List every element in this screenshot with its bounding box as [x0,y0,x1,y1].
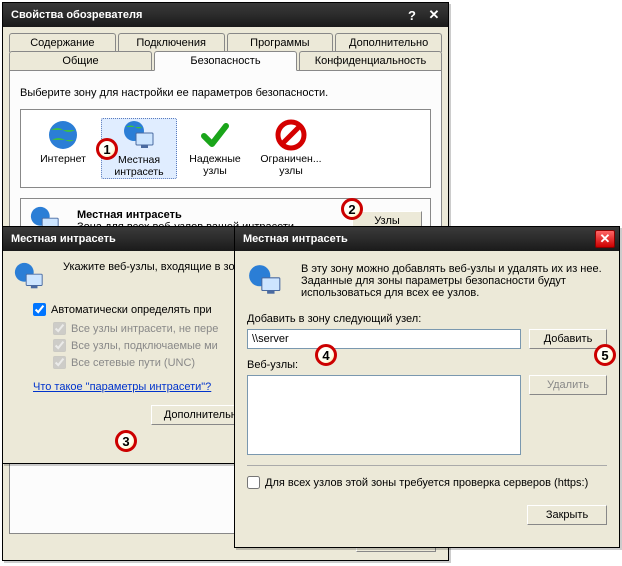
close-button[interactable]: ✕ [424,6,444,24]
sub-label-3: Все сетевые пути (UNC) [71,357,195,369]
tab-security[interactable]: Безопасность [154,51,297,71]
dialog-title: Свойства обозревателя [11,9,400,21]
zone-label: Надежные узлы [177,154,253,177]
zone-internet[interactable]: Интернет [25,118,101,179]
intro-text: Укажите веб-узлы, входящие в зо [63,261,235,293]
tab-programs[interactable]: Программы [227,33,334,52]
close-dialog-button[interactable]: Закрыть [527,505,607,525]
sub-checkbox-3 [53,356,66,369]
help-button[interactable]: ? [402,6,422,24]
add-site-input[interactable] [247,329,521,349]
globe-monitor-icon [122,119,156,153]
zone-label: Интернет [25,154,101,166]
remove-button: Удалить [529,375,607,395]
tab-content[interactable]: Содержание [9,33,116,52]
zone-label: Ограничен... узлы [253,154,329,177]
globe-monitor-icon [13,261,45,293]
zone-intranet[interactable]: Местная интрасеть [101,118,177,179]
globe-icon [46,118,80,152]
sites-list-label: Веб-узлы: [247,359,607,371]
https-checkbox[interactable] [247,476,260,489]
intranet-sites-dialog: Местная интрасеть ✕ В эту зону можно доб… [234,226,620,548]
sub-checkbox-2 [53,339,66,352]
sub-checkbox-1 [53,322,66,335]
auto-detect-checkbox[interactable] [33,303,46,316]
sites-listbox[interactable] [247,375,521,455]
dialog-title: Местная интрасеть [11,233,240,245]
intro-text: В эту зону можно добавлять веб-узлы и уд… [301,263,607,299]
zone-label: Местная интрасеть [102,155,176,178]
tab-connections[interactable]: Подключения [118,33,225,52]
titlebar: Местная интрасеть ✕ [3,227,266,251]
zone-restricted[interactable]: Ограничен... узлы [253,118,329,179]
sub-label-2: Все узлы, подключаемые ми [71,340,218,352]
auto-detect-label: Автоматически определять при [51,304,212,316]
zone-list: Интернет Местная интрасеть Надежные [20,109,431,188]
add-site-label: Добавить в зону следующий узел: [247,313,607,325]
globe-monitor-icon [247,263,283,299]
sub-label-1: Все узлы интрасети, не пере [71,323,218,335]
group-title: Местная интрасеть [77,209,346,221]
zone-instruction: Выберите зону для настройки ее параметро… [20,87,431,99]
check-icon [198,118,232,152]
close-button[interactable]: ✕ [595,230,615,248]
block-icon [274,118,308,152]
https-label: Для всех узлов этой зоны требуется прове… [265,477,588,489]
dialog-title: Местная интрасеть [243,233,593,245]
add-button[interactable]: Добавить [529,329,607,349]
intranet-settings-dialog: Местная интрасеть ✕ Укажите веб-узлы, вх… [2,226,267,464]
tab-privacy[interactable]: Конфиденциальность [299,51,442,71]
intranet-help-link[interactable]: Что такое "параметры интрасети"? [33,381,211,393]
titlebar: Свойства обозревателя ? ✕ [3,3,448,27]
zone-trusted[interactable]: Надежные узлы [177,118,253,179]
tab-general[interactable]: Общие [9,51,152,71]
tab-advanced[interactable]: Дополнительно [335,33,442,52]
titlebar: Местная интрасеть ✕ [235,227,619,251]
